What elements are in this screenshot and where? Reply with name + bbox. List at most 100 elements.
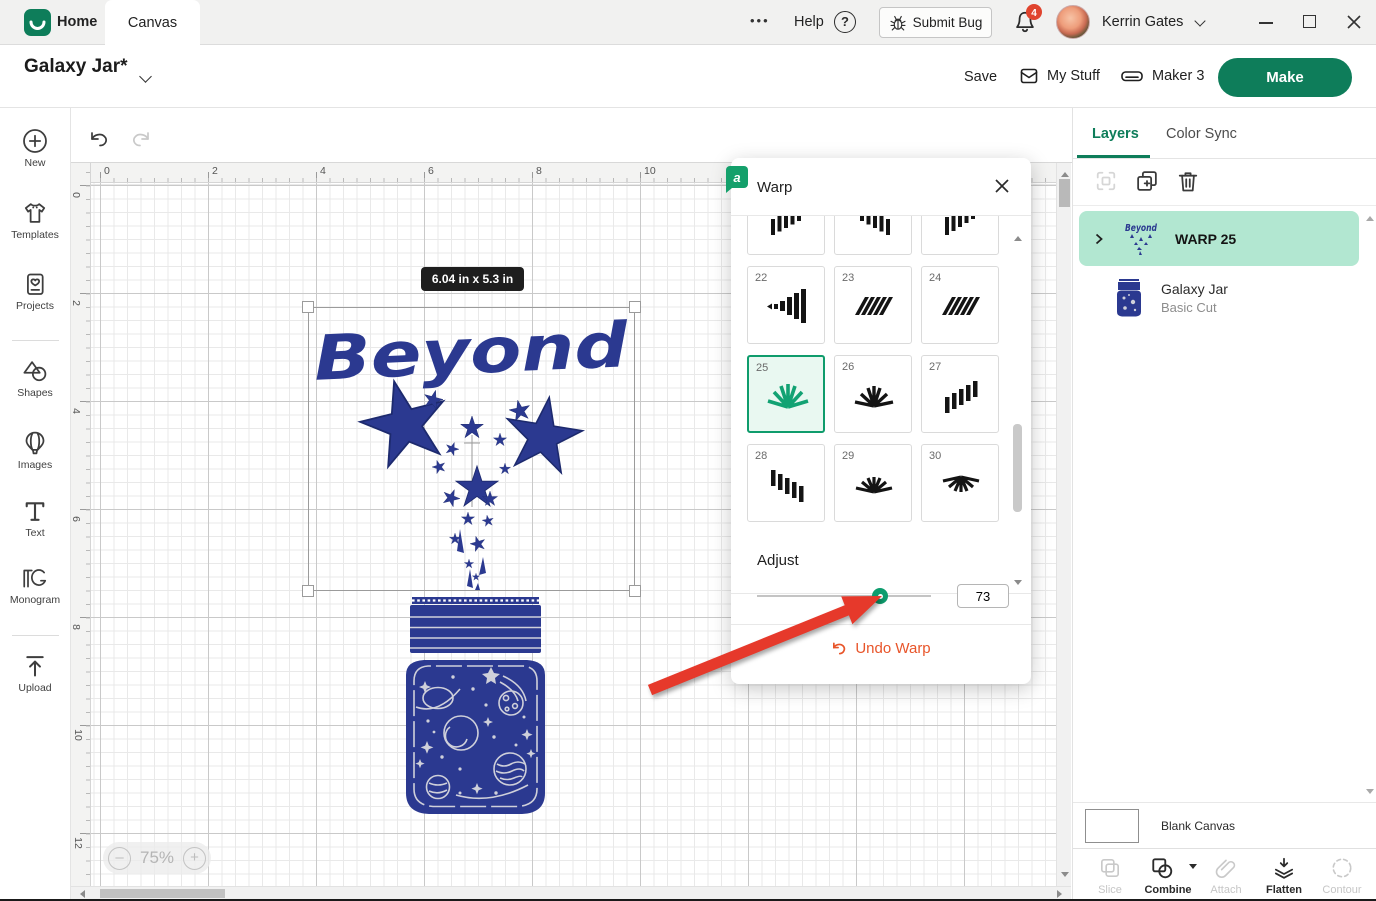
fan-flat-inverted-icon [939, 462, 983, 506]
sidebar-item-new[interactable]: New [0, 128, 70, 169]
tab-color-sync[interactable]: Color Sync [1166, 126, 1237, 142]
submit-bug-label: Submit Bug [913, 15, 983, 30]
warp-style-22[interactable]: 22 [747, 266, 825, 344]
save-button[interactable]: Save [964, 69, 997, 85]
sidebar-item-upload[interactable]: Upload [0, 653, 70, 694]
warp-style-29[interactable]: 29 [834, 444, 912, 522]
warp-panel-close-button[interactable] [993, 177, 1011, 195]
sidebar-item-templates[interactable]: Templates [0, 200, 70, 241]
user-name[interactable]: Kerrin Gates [1102, 14, 1183, 30]
sidebar-divider [12, 340, 59, 341]
avatar[interactable] [1056, 5, 1090, 39]
zoom-level: 75% [140, 848, 174, 868]
window-maximize-button[interactable] [1303, 15, 1316, 28]
blank-canvas-row[interactable]: Blank Canvas [1073, 803, 1376, 848]
scroll-right-arrow[interactable] [1057, 890, 1066, 898]
warp-style-partial[interactable] [921, 216, 999, 255]
delete-button[interactable] [1175, 168, 1201, 194]
submit-bug-button[interactable]: Submit Bug [879, 7, 992, 38]
selection-handle-ne[interactable] [629, 301, 641, 313]
annotation-arrow [600, 560, 920, 720]
app-window: { "top_bar": { "home": "Home", "canvas_t… [0, 0, 1376, 901]
redo-button[interactable] [129, 130, 151, 150]
warp-grid-scrollbar[interactable] [1013, 224, 1023, 593]
scrollbar-thumb[interactable] [1059, 179, 1070, 207]
zoom-out-button[interactable]: – [108, 847, 131, 870]
sidebar-item-projects[interactable]: Projects [0, 271, 70, 312]
scrollbar-thumb[interactable] [100, 889, 225, 898]
canvas-vertical-scrollbar[interactable] [1056, 163, 1071, 886]
warp-style-partial[interactable] [834, 216, 912, 255]
canvas-horizontal-scrollbar[interactable] [71, 886, 1071, 899]
stripes-slant-left-icon [939, 284, 983, 328]
scroll-up-arrow[interactable] [1061, 168, 1069, 177]
scroll-down-arrow[interactable] [1061, 872, 1069, 881]
help-label[interactable]: Help [794, 14, 824, 30]
design-galaxy-jar[interactable] [398, 597, 553, 820]
scroll-left-arrow[interactable] [76, 890, 85, 898]
cricut-logo-icon[interactable] [24, 9, 51, 36]
make-button[interactable]: Make [1218, 58, 1352, 97]
window-minimize-button[interactable] [1259, 22, 1273, 24]
warp-style-25-selected[interactable]: 25 [747, 355, 825, 433]
action-combine[interactable]: Combine [1139, 856, 1197, 896]
project-title[interactable]: Galaxy Jar* [24, 56, 128, 78]
action-flatten[interactable]: Flatten [1255, 856, 1313, 896]
layers-scrollbar[interactable] [1365, 208, 1375, 802]
scroll-down-arrow[interactable] [1014, 580, 1022, 589]
undo-button[interactable] [89, 130, 111, 150]
flatten-icon [1272, 856, 1296, 880]
overflow-menu-button[interactable]: ••• [750, 13, 770, 28]
selection-handle-nw[interactable] [302, 301, 314, 313]
combine-icon [1150, 856, 1174, 880]
notifications-button[interactable]: 4 [1012, 9, 1042, 39]
home-label[interactable]: Home [57, 14, 97, 30]
scroll-up-arrow[interactable] [1014, 232, 1022, 241]
warp-style-28[interactable]: 28 [747, 444, 825, 522]
sidebar-item-shapes[interactable]: Shapes [0, 358, 70, 399]
warp-style-partial[interactable] [747, 216, 825, 255]
selection-handle-sw[interactable] [302, 585, 314, 597]
duplicate-button[interactable] [1134, 168, 1160, 194]
expand-chevron-icon[interactable] [1093, 233, 1105, 245]
scroll-down-arrow[interactable] [1366, 789, 1374, 798]
shapes-icon [22, 358, 48, 384]
sidebar-divider [12, 635, 59, 636]
warp-style-27[interactable]: 27 [921, 355, 999, 433]
layer-row-galaxy-jar[interactable]: Galaxy Jar Basic Cut [1079, 270, 1359, 325]
zoom-in-button[interactable]: + [183, 847, 206, 870]
scroll-up-arrow[interactable] [1366, 212, 1374, 221]
layer-row-warp-25[interactable]: Beyond WARP 25 [1079, 211, 1359, 266]
help-icon[interactable]: ? [834, 11, 856, 33]
ruler-label: 4 [70, 408, 82, 414]
sidebar-item-text[interactable]: Text [0, 498, 70, 539]
action-slice: Slice [1081, 856, 1139, 896]
monogram-icon [21, 565, 49, 591]
machine-select[interactable]: Maker 3 [1120, 65, 1204, 87]
bars-wedge-left-icon [765, 284, 809, 328]
tab-canvas[interactable]: Canvas [105, 0, 200, 46]
bug-icon [889, 14, 907, 32]
layers-panel: Layers Color Sync Beyond WARP 25 [1072, 108, 1376, 901]
my-stuff-button[interactable]: My Stuff [1018, 65, 1100, 87]
edit-toolbar: Operation Basic Cut Select All Edit Alig… [71, 108, 1072, 163]
ruler-label: 8 [536, 165, 542, 177]
warp-style-26[interactable]: 26 [834, 355, 912, 433]
annotation-tag: a [726, 166, 748, 188]
selection-box[interactable] [308, 307, 635, 591]
adjust-value-input[interactable] [957, 584, 1009, 608]
layer-operation: Basic Cut [1161, 300, 1228, 315]
sidebar-item-images[interactable]: Images [0, 430, 70, 471]
window-close-button[interactable] [1346, 14, 1362, 30]
machine-icon [1120, 65, 1144, 87]
project-title-chevron-icon[interactable] [139, 70, 152, 83]
warp-style-24[interactable]: 24 [921, 266, 999, 344]
bars-ascending-icon [939, 373, 983, 417]
tab-layers[interactable]: Layers [1092, 126, 1139, 142]
warp-style-30[interactable]: 30 [921, 444, 999, 522]
warp-style-23[interactable]: 23 [834, 266, 912, 344]
scrollbar-thumb[interactable] [1013, 424, 1022, 512]
sidebar-item-monogram[interactable]: Monogram [0, 565, 70, 606]
user-menu-chevron-icon[interactable] [1194, 15, 1205, 26]
contour-icon [1330, 856, 1354, 880]
